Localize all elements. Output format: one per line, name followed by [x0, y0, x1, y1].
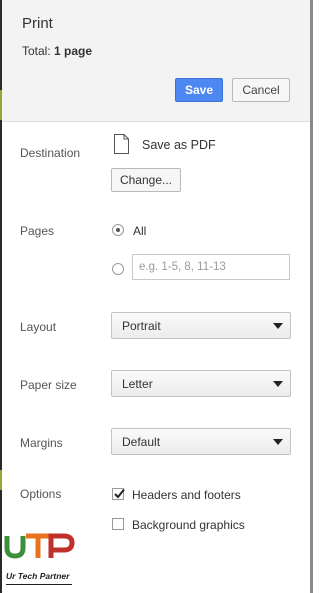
headers-footers-checkbox[interactable] [112, 488, 125, 500]
print-header: Print Total: 1 page Save Cancel [2, 0, 310, 122]
destination-label: Destination [20, 146, 81, 160]
checkmark-icon [114, 488, 125, 499]
pages-custom-radio[interactable] [112, 263, 124, 275]
background-graphics-checkbox[interactable] [112, 518, 124, 530]
file-icon [114, 134, 129, 154]
headers-footers-label: Headers and footers [132, 488, 241, 502]
paper-size-label: Paper size [20, 378, 77, 392]
change-destination-button[interactable]: Change... [111, 168, 181, 192]
cancel-button[interactable]: Cancel [232, 78, 290, 102]
watermark-underline [6, 584, 72, 585]
radio-selected-dot [116, 228, 120, 232]
pages-custom-input[interactable] [132, 254, 290, 280]
total-pages: Total: 1 page [22, 44, 92, 58]
total-prefix: Total: [22, 44, 51, 58]
layout-label: Layout [20, 320, 57, 334]
layout-value: Portrait [122, 318, 161, 333]
dropdown-arrow-icon [273, 439, 283, 445]
margins-value: Default [122, 434, 161, 449]
margins-label: Margins [20, 436, 63, 450]
dialog-title: Print [22, 15, 53, 32]
destination-name: Save as PDF [142, 138, 216, 152]
paper-size-value: Letter [122, 376, 153, 391]
watermark-text: Ur Tech Partner [6, 571, 70, 581]
left-edge-accent [0, 470, 2, 490]
pages-all-label: All [133, 224, 147, 238]
options-label: Options [20, 487, 62, 501]
background-graphics-label: Background graphics [132, 518, 245, 532]
pages-label: Pages [20, 224, 55, 238]
save-button[interactable]: Save [175, 78, 223, 102]
margins-select[interactable]: Default [111, 428, 291, 455]
dropdown-arrow-icon [273, 323, 283, 329]
pages-all-radio[interactable] [112, 224, 124, 236]
total-value: 1 page [54, 44, 93, 58]
paper-size-select[interactable]: Letter [111, 370, 291, 397]
utp-logo [4, 533, 75, 559]
window-right-edge [310, 0, 313, 593]
layout-select[interactable]: Portrait [111, 312, 291, 339]
dropdown-arrow-icon [273, 381, 283, 387]
